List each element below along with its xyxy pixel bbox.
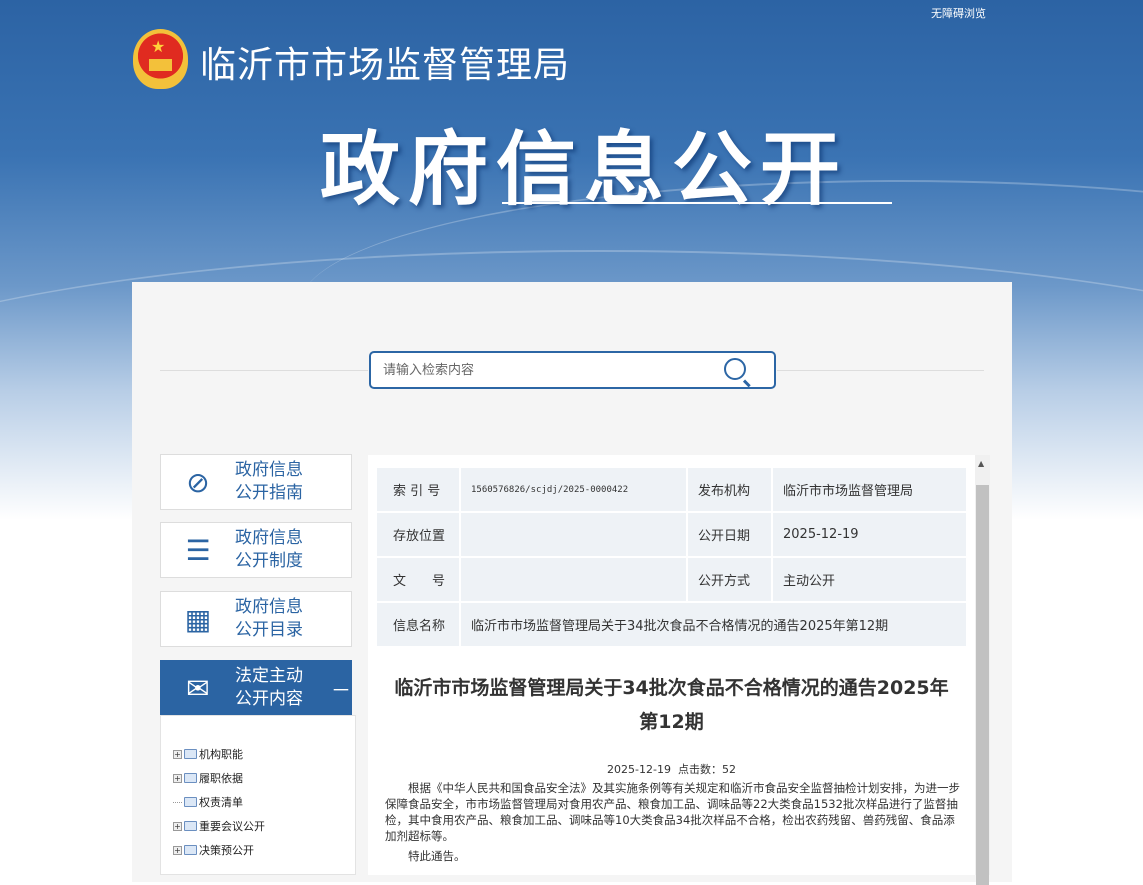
tree-node[interactable]: + 决策预公开 [173,842,254,858]
folder-icon [184,821,197,831]
scrollbar-thumb[interactable] [976,485,989,885]
folder-icon [184,749,197,759]
expand-icon[interactable]: + [173,749,182,759]
org-name: 临沂市市场监督管理局 [200,45,571,86]
tree-label: 机构职能 [199,748,243,761]
method-label: 公开方式 [686,556,773,603]
nav-label: 公开制度 [235,551,303,571]
category-tree: + 机构职能 + 履职依据 权责清单 + 重要会议公开 + 决策预公开 [160,715,356,875]
article-body: 根据《中华人民共和国食品安全法》及其实施条例等有关规定和临沂市食品安全监督抽检计… [385,780,965,864]
publisher-value: 临沂市市场监督管理局 [771,466,968,513]
folder-icon [184,797,197,807]
paragraph: 特此通告。 [408,849,466,863]
divider [777,370,984,371]
expand-icon[interactable]: + [173,821,182,831]
docno-value [459,556,688,603]
date-label: 公开日期 [686,511,773,558]
scrollbar[interactable]: ▲ [975,455,990,885]
tree-node[interactable]: 权责清单 [173,794,243,810]
scroll-up-icon[interactable]: ▲ [978,459,984,468]
collapse-toggle[interactable]: － [331,674,351,703]
divider [160,370,368,371]
sidebar-item-guide[interactable]: ⊘ 政府信息公开指南 [160,454,352,510]
list-icon: ☰ [185,533,211,567]
sidebar-item-catalog[interactable]: ▦ 政府信息公开目录 [160,591,352,647]
compass-icon: ⊘ [186,465,210,499]
table-row: 信息名称 临沂市市场监督管理局关于34批次食品不合格情况的通告2025年第12期 [375,601,968,648]
search-icon[interactable] [724,358,746,380]
name-label: 信息名称 [375,601,461,648]
index-value: 1560576826/scjdj/2025-0000422 [459,466,688,513]
name-value: 临沂市市场监督管理局关于34批次食品不合格情况的通告2025年第12期 [459,601,968,648]
tree-node[interactable]: + 履职依据 [173,770,243,786]
table-row: 文 号 公开方式 主动公开 [375,556,968,603]
method-value: 主动公开 [771,556,968,603]
table-row: 存放位置 公开日期 2025-12-19 [375,511,968,558]
tree-node[interactable]: + 机构职能 [173,746,243,762]
content-area: 索 引 号 1560576826/scjdj/2025-0000422 发布机构… [368,455,990,885]
article-title: 临沂市市场监督管理局关于34批次食品不合格情况的通告2025年 第12期 [368,671,975,739]
nav-label: 法定主动 [235,666,303,686]
folder-icon [184,845,197,855]
search-box [369,351,776,389]
grid-icon: ▦ [184,602,212,636]
banner-underline [502,202,892,204]
table-row: 索 引 号 1560576826/scjdj/2025-0000422 发布机构… [375,466,968,513]
nav-label: 公开目录 [235,620,303,640]
tree-node[interactable]: + 重要会议公开 [173,818,265,834]
sidebar-item-system[interactable]: ☰ 政府信息公开制度 [160,522,352,578]
article-meta: 2025-12-19 点击数：52 [607,763,736,776]
nav-label: 政府信息 [235,528,303,548]
location-label: 存放位置 [375,511,461,558]
nav-label: 政府信息 [235,460,303,480]
folder-icon [184,773,197,783]
date-value: 2025-12-19 [771,511,968,558]
title-line: 第12期 [639,711,704,733]
expand-icon[interactable]: + [173,845,182,855]
envelope-icon: ✉ [186,671,210,705]
tree-label: 权责清单 [199,796,243,809]
nav-label: 政府信息 [235,597,303,617]
accessibility-link[interactable]: 无障碍浏览 [931,5,986,21]
tree-connector [173,801,182,803]
title-line: 临沂市市场监督管理局关于34批次食品不合格情况的通告2025年 [394,677,949,699]
docno-label: 文 号 [375,556,461,603]
tree-label: 重要会议公开 [199,820,265,833]
sidebar-item-statutory[interactable]: ✉ 法定主动公开内容 － [160,660,352,716]
tree-label: 履职依据 [199,772,243,785]
publisher-label: 发布机构 [686,466,773,513]
location-value [459,511,688,558]
tree-label: 决策预公开 [199,844,254,857]
national-emblem-logo: ★ [133,29,188,89]
index-label: 索 引 号 [375,466,461,513]
paragraph: 根据《中华人民共和国食品安全法》及其实施条例等有关规定和临沂市食品安全监督抽检计… [385,781,960,843]
info-meta-table: 索 引 号 1560576826/scjdj/2025-0000422 发布机构… [375,466,968,648]
search-input[interactable] [371,353,701,387]
nav-label: 公开指南 [235,483,303,503]
nav-label: 公开内容 [235,689,303,709]
expand-icon[interactable]: + [173,773,182,783]
